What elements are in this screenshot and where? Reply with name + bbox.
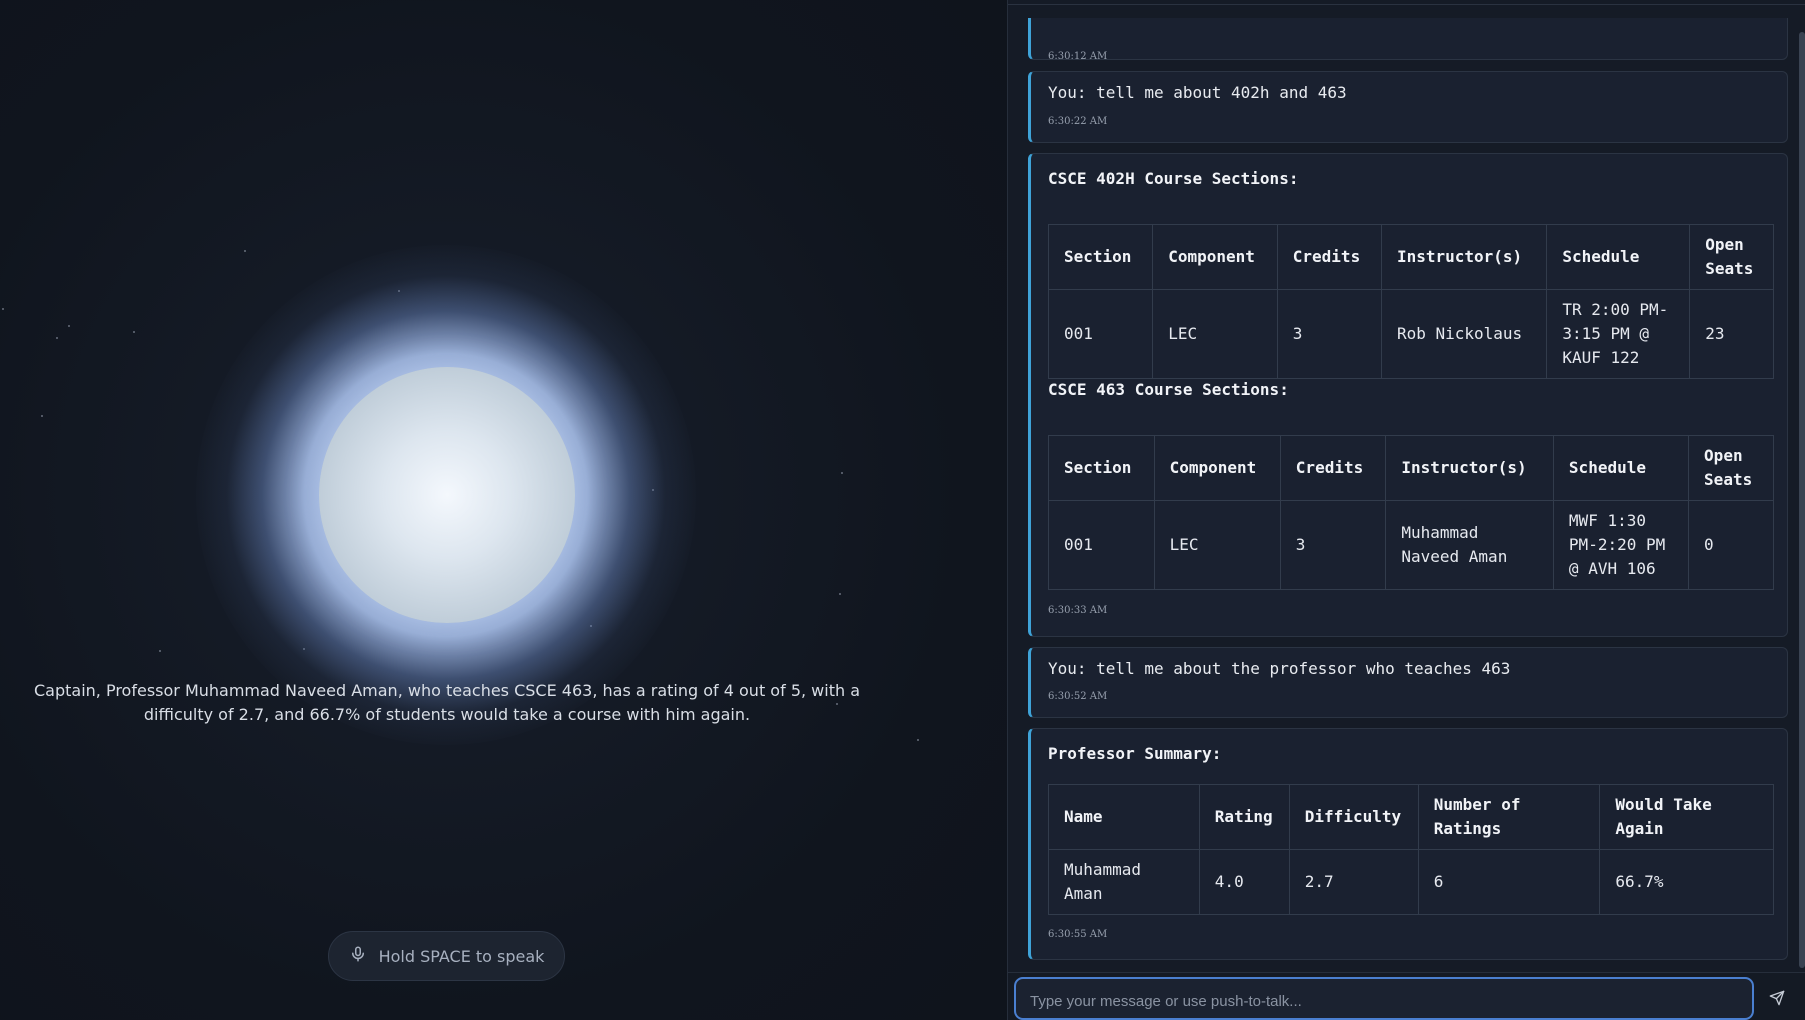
table-cell: MWF 1:30 PM-2:20 PM @ AVH 106 xyxy=(1552,500,1690,590)
section-heading: CSCE 402H Course Sections: xyxy=(1048,169,1299,188)
section-heading: CSCE 463 Course Sections: xyxy=(1048,380,1289,399)
table-cell: 23 xyxy=(1689,289,1774,379)
table-cell: 0 xyxy=(1688,500,1774,590)
table-row: 001 LEC 3 Rob Nickolaus TR 2:00 PM-3:15 … xyxy=(1047,289,1774,379)
column-header: Section xyxy=(1048,435,1155,501)
message-timestamp: 6:30:12 AM xyxy=(1048,51,1108,62)
send-icon xyxy=(1769,990,1785,1010)
microphone-icon xyxy=(349,945,367,967)
table-cell: TR 2:00 PM-3:15 PM @ KAUF 122 xyxy=(1546,289,1691,379)
message-timestamp: 6:30:22 AM xyxy=(1048,116,1108,127)
push-to-talk-label: Hold SPACE to speak xyxy=(378,946,545,966)
column-header: Credits xyxy=(1279,435,1387,501)
column-header: Open Seats xyxy=(1688,435,1774,501)
column-header: Would Take Again xyxy=(1599,784,1774,850)
chat-transcript[interactable]: 6:30:12 AM You: tell me about 402h and 4… xyxy=(1028,18,1796,968)
table-row: 001 LEC 3 Muhammad Naveed Aman MWF 1:30 … xyxy=(1048,500,1774,590)
table-cell: 001 xyxy=(1048,500,1155,590)
column-header: Schedule xyxy=(1546,224,1691,290)
table-cell: Muhammad Aman xyxy=(1048,849,1200,915)
chat-panel: 6:30:12 AM You: tell me about 402h and 4… xyxy=(1007,0,1805,1020)
section-heading: Professor Summary: xyxy=(1048,744,1222,763)
user-message-text: You: tell me about 402h and 463 xyxy=(1048,83,1347,102)
column-header: Component xyxy=(1152,224,1278,290)
assistant-message: Professor Summary: Name Rating Difficult… xyxy=(1028,728,1788,960)
chat-message: 6:30:12 AM xyxy=(1028,18,1788,62)
panel-top-divider xyxy=(1008,4,1805,5)
course-sections-table-402h: Section Component Credits Instructor(s) … xyxy=(1047,224,1774,379)
table-cell: Rob Nickolaus xyxy=(1380,289,1548,379)
table-cell: 3 xyxy=(1276,289,1382,379)
column-header: Difficulty xyxy=(1288,784,1419,850)
column-header: Section xyxy=(1047,224,1154,290)
table-cell: Muhammad Naveed Aman xyxy=(1385,500,1554,590)
table-row: Muhammad Aman 4.0 2.7 6 66.7% xyxy=(1048,849,1774,915)
column-header: Instructor(s) xyxy=(1385,435,1554,501)
user-message: You: tell me about the professor who tea… xyxy=(1028,647,1788,718)
user-message-text: You: tell me about the professor who tea… xyxy=(1048,659,1511,678)
table-cell: 6 xyxy=(1417,849,1601,915)
table-cell: 001 xyxy=(1047,289,1154,379)
user-message: You: tell me about 402h and 463 6:30:22 … xyxy=(1028,71,1788,143)
voice-orb xyxy=(319,367,575,623)
message-timestamp: 6:30:55 AM xyxy=(1048,929,1108,940)
table-cell: 66.7% xyxy=(1599,849,1774,915)
table-cell: LEC xyxy=(1152,289,1278,379)
voice-assistant-panel: Captain, Professor Muhammad Naveed Aman,… xyxy=(0,0,1007,1020)
chat-scrollbar-thumb[interactable] xyxy=(1799,32,1805,968)
table-cell: 2.7 xyxy=(1288,849,1419,915)
table-cell: 4.0 xyxy=(1198,849,1290,915)
course-sections-table-463: Section Component Credits Instructor(s) … xyxy=(1048,435,1774,590)
column-header: Number of Ratings xyxy=(1417,784,1601,850)
column-header: Instructor(s) xyxy=(1380,224,1548,290)
column-header: Schedule xyxy=(1552,435,1690,501)
send-button[interactable] xyxy=(1765,988,1789,1012)
table-cell: LEC xyxy=(1153,500,1281,590)
table-cell: 3 xyxy=(1279,500,1387,590)
column-header: Credits xyxy=(1276,224,1382,290)
push-to-talk-button[interactable]: Hold SPACE to speak xyxy=(328,931,565,981)
message-timestamp: 6:30:52 AM xyxy=(1048,691,1108,702)
assistant-message: CSCE 402H Course Sections: Section Compo… xyxy=(1028,153,1788,637)
column-header: Rating xyxy=(1198,784,1290,850)
column-header: Name xyxy=(1048,784,1200,850)
message-input[interactable] xyxy=(1014,977,1754,1020)
professor-summary-table: Name Rating Difficulty Number of Ratings… xyxy=(1048,784,1774,915)
message-timestamp: 6:30:33 AM xyxy=(1048,605,1108,616)
column-header: Open Seats xyxy=(1689,224,1774,290)
assistant-caption: Captain, Professor Muhammad Naveed Aman,… xyxy=(33,681,860,724)
column-header: Component xyxy=(1153,435,1281,501)
